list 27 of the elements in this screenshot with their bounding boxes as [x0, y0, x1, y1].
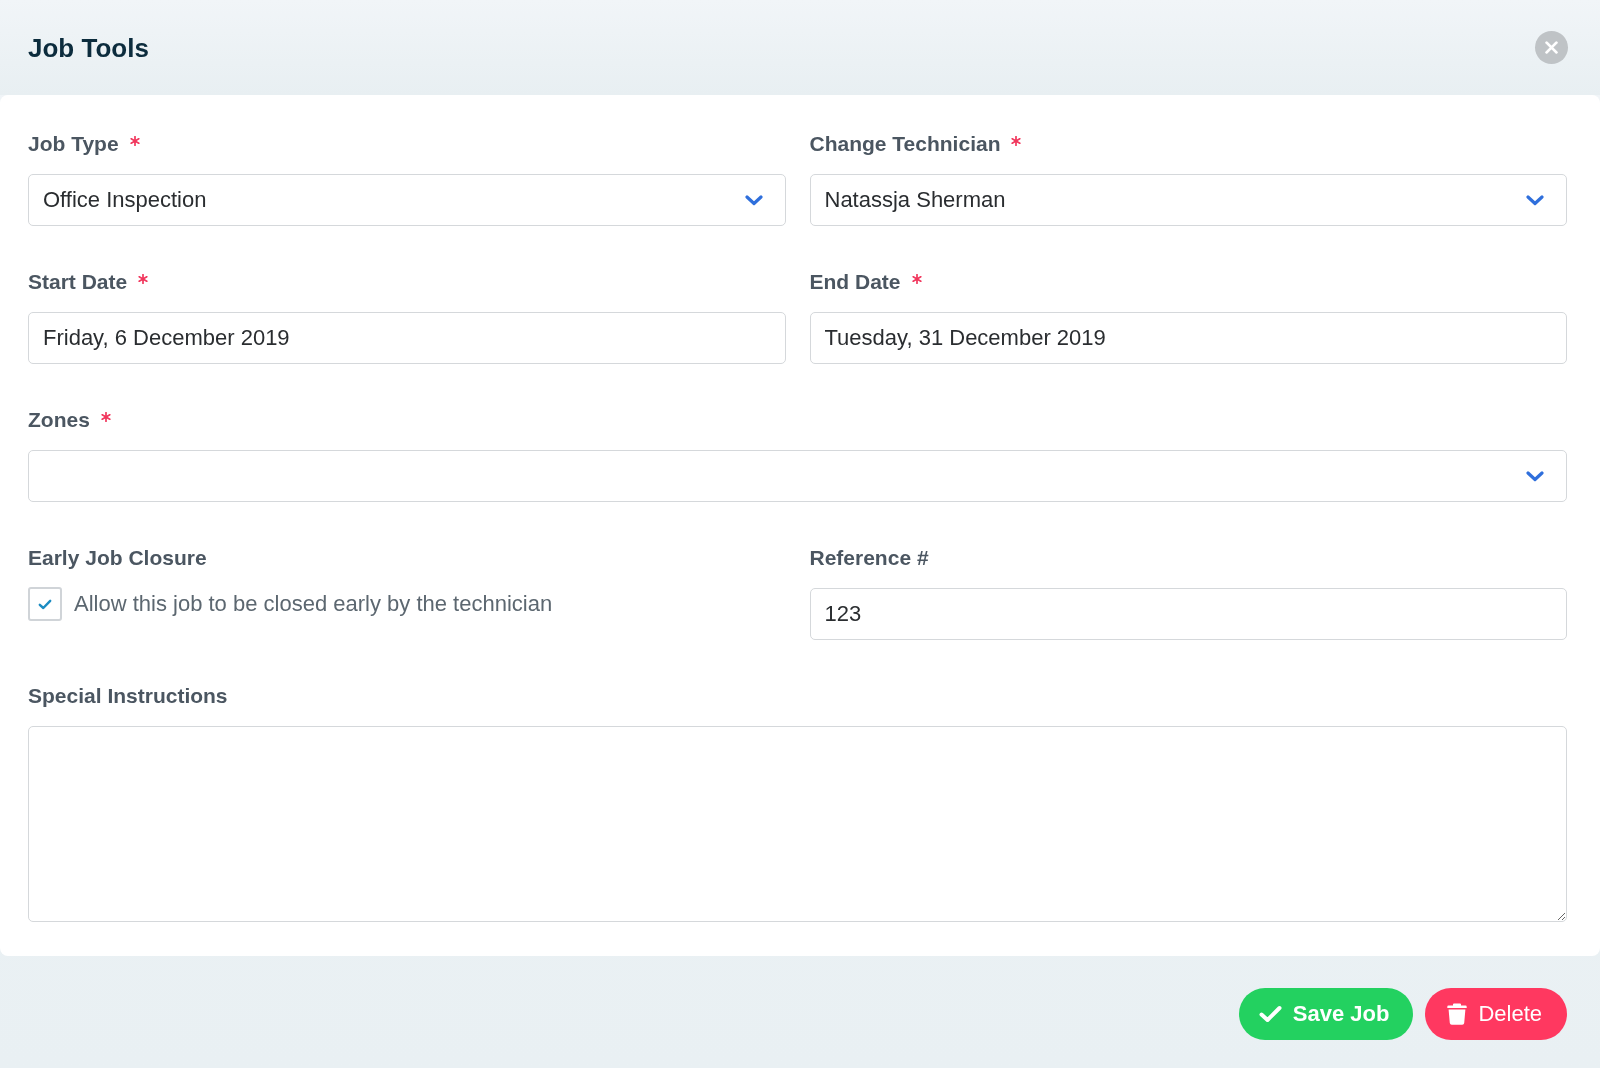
- field-label: End Date: [809, 269, 901, 295]
- field-label: Early Job Closure: [28, 545, 207, 571]
- chevron-down-icon: [1526, 470, 1544, 482]
- dropdown[interactable]: Office Inspection: [28, 174, 786, 226]
- field-label: Job Type: [28, 131, 119, 157]
- checkmark-icon: [38, 598, 52, 610]
- field-label: Change Technician: [809, 131, 1001, 157]
- dropdown[interactable]: Natassja Sherman: [809, 174, 1567, 226]
- text-field[interactable]: Friday, 6 December 2019: [28, 312, 786, 364]
- textarea[interactable]: [28, 726, 1567, 922]
- trash-icon: [1447, 1003, 1468, 1025]
- chevron-down-icon: [1526, 194, 1544, 206]
- field-label: Start Date: [28, 269, 128, 295]
- close-button[interactable]: [1535, 31, 1568, 64]
- checkbox-label: Allow this job to be closed early by the technician: [74, 591, 553, 617]
- checkbox[interactable]: [28, 587, 62, 621]
- field-label: Reference #: [809, 545, 929, 571]
- chevron-down-icon: [744, 194, 763, 206]
- dropdown[interactable]: [28, 450, 1567, 502]
- field-label: Zones: [28, 407, 90, 433]
- checkmark-icon: [1258, 1005, 1282, 1023]
- field-label: Special Instructions: [28, 683, 228, 709]
- text-field[interactable]: 123: [809, 588, 1567, 640]
- delete-button[interactable]: Delete: [1425, 988, 1567, 1040]
- dialog-title: Job Tools: [28, 31, 149, 64]
- close-icon: [1545, 41, 1558, 54]
- text-field[interactable]: Tuesday, 31 December 2019: [809, 312, 1567, 364]
